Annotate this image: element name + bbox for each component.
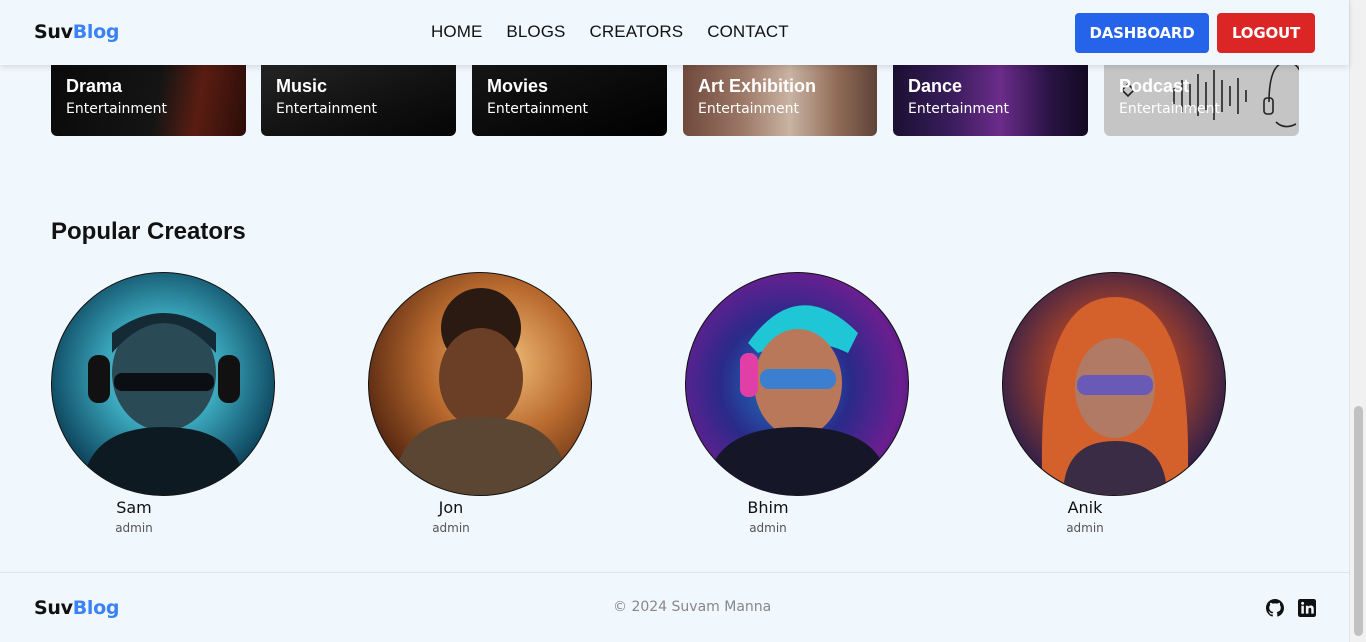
logo-suffix: Blog bbox=[72, 21, 120, 43]
creator-role: admin bbox=[115, 521, 153, 535]
creator-role: admin bbox=[749, 521, 787, 535]
footer: SuvBlog © 2024 Suvam Manna bbox=[0, 572, 1349, 642]
nav-link-contact[interactable]: CONTACT bbox=[707, 22, 789, 42]
category-name: Music bbox=[276, 76, 328, 96]
logout-button[interactable]: LOGOUT bbox=[1217, 13, 1315, 53]
avatar-illustration bbox=[706, 305, 890, 495]
creator-name: Sam bbox=[116, 498, 152, 517]
creator-name: Bhim bbox=[747, 498, 789, 517]
section-title: Popular Creators bbox=[51, 218, 246, 245]
category-label: Entertainment bbox=[487, 101, 589, 117]
avatar[interactable] bbox=[368, 272, 592, 496]
scrollbar-thumb[interactable] bbox=[1354, 406, 1363, 636]
nav-links: HOME BLOGS CREATORS CONTACT bbox=[431, 22, 789, 42]
page-scrollbar[interactable] bbox=[1349, 0, 1366, 642]
avatar-illustration bbox=[393, 288, 569, 495]
nav-link-home[interactable]: HOME bbox=[431, 22, 482, 42]
footer-logo[interactable]: SuvBlog bbox=[34, 597, 119, 619]
category-name: Podcast bbox=[1119, 76, 1190, 96]
navbar: SuvBlog HOME BLOGS CREATORS CONTACT DASH… bbox=[0, 0, 1349, 65]
nav-link-creators[interactable]: CREATORS bbox=[590, 22, 684, 42]
creator-role: admin bbox=[432, 521, 470, 535]
site-logo[interactable]: SuvBlog bbox=[34, 21, 119, 43]
avatar[interactable] bbox=[51, 272, 275, 496]
creator-name: Jon bbox=[438, 498, 464, 517]
category-name: Dance bbox=[908, 76, 963, 96]
dashboard-button[interactable]: DASHBOARD bbox=[1075, 13, 1209, 53]
category-name: Drama bbox=[66, 76, 123, 96]
logo-suffix: Blog bbox=[72, 597, 120, 619]
nav-link-blogs[interactable]: BLOGS bbox=[506, 22, 565, 42]
category-name: Movies bbox=[487, 76, 549, 96]
linkedin-icon[interactable] bbox=[1298, 599, 1316, 617]
category-label: Entertainment bbox=[66, 101, 168, 117]
category-label: Entertainment bbox=[698, 101, 800, 117]
creator-card-sam[interactable]: Sam admin bbox=[51, 272, 275, 535]
category-label: Entertainment bbox=[908, 101, 1010, 117]
category-label: Entertainment bbox=[276, 101, 378, 117]
avatar[interactable] bbox=[685, 272, 909, 496]
logo-prefix: Suv bbox=[34, 21, 73, 43]
creator-card-jon[interactable]: Jon admin bbox=[368, 272, 592, 535]
category-name: Art Exhibition bbox=[698, 76, 816, 96]
logo-prefix: Suv bbox=[34, 597, 73, 619]
avatar-illustration bbox=[82, 313, 246, 495]
creator-card-bhim[interactable]: Bhim admin bbox=[685, 272, 909, 535]
avatar[interactable] bbox=[1002, 272, 1226, 496]
creator-card-anik[interactable]: Anik admin bbox=[1002, 272, 1226, 535]
copyright-text: © 2024 Suvam Manna bbox=[613, 599, 772, 615]
creator-name: Anik bbox=[1067, 498, 1103, 517]
creator-role: admin bbox=[1066, 521, 1104, 535]
category-label: Entertainment bbox=[1119, 101, 1221, 117]
avatar-illustration bbox=[1041, 297, 1189, 495]
github-icon[interactable] bbox=[1266, 599, 1284, 617]
